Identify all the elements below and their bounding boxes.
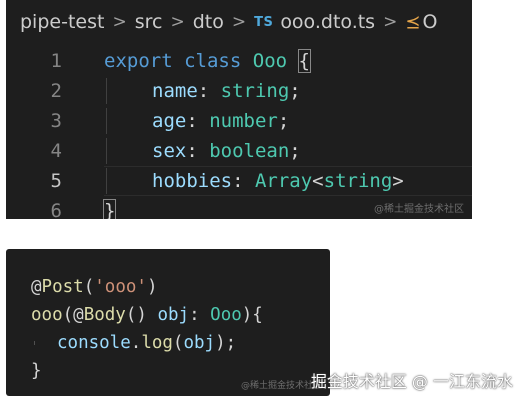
code-token: ; [289,140,301,162]
code-token: () [125,305,158,325]
code-token: > [392,170,404,192]
code-token: age [152,110,187,132]
code-token: Ooo [210,305,242,325]
editor-watermark: @稀土掘金技术社区 [374,204,464,215]
matched-brace: } [102,199,117,219]
code-token: export [104,50,173,72]
code-token: ); [215,333,237,353]
code-token: string [220,80,290,102]
code-token: sex [152,140,187,162]
indent-guide [104,138,152,164]
code-token: Array [254,170,313,192]
line-number: 2 [50,80,62,102]
code-token: Post [41,277,84,297]
snippet-line: console. log(obj); [31,329,263,357]
code-token: ( [172,333,184,353]
chevron-right-icon: > [231,12,247,32]
author-watermark: 掘金技术社区 @ 一江东流水 [310,372,513,391]
code-token: log [141,333,173,353]
code-token: boolean [209,140,290,162]
line-number: 5 [50,170,62,192]
code-line[interactable]: 2 name: string; [6,76,472,106]
code-line[interactable]: 5 hobbies: Array < string > [6,166,472,196]
chevron-right-icon: > [112,12,127,32]
snippet-line: @ Post('ooo') [31,273,263,301]
code-lines[interactable]: 1 export class Ooo {2 name: string; 3 age: n… [6,46,472,219]
code-token: ooo [31,305,63,325]
code-token: . [130,333,142,353]
code-line[interactable]: 3 age: number; [6,106,472,136]
breadcrumb-item-src[interactable]: src [135,11,163,33]
code-token: : [232,170,255,192]
indent-guide [104,168,152,194]
code-token: console [57,333,131,353]
indent-guide [104,108,152,134]
code-token: ) [146,277,158,297]
code-token: Body [83,305,126,325]
code-token: : [197,80,221,102]
line-number: 4 [50,140,62,162]
snippet-line: } [31,357,263,385]
code-token: number [209,110,278,132]
breadcrumb-item-dto[interactable]: dto [193,11,224,33]
line-number: 1 [50,50,62,72]
code-token: obj [183,333,216,353]
snippet-lines: @ Post('ooo') ooo(@ Body() obj: Ooo){consol… [31,273,263,385]
line-code: export class Ooo { [104,49,312,73]
line-code: sex: boolean; [104,138,301,164]
code-line[interactable]: 1 export class Ooo { [6,46,472,76]
code-line[interactable]: 4 sex: boolean; [6,136,472,166]
chevron-right-icon: > [170,12,185,32]
indent-guide [104,78,152,104]
matched-brace: { [297,49,312,73]
class-symbol-icon: ⪯ [405,11,421,33]
code-token: string [323,170,393,192]
code-token: } [31,361,42,381]
code-token: ( [62,305,74,325]
code-token: name [152,80,198,102]
line-code: age: number; [104,108,290,134]
code-snippet: @ Post('ooo') ooo(@ Body() obj: Ooo){consol… [6,249,330,396]
code-token: ; [289,80,301,102]
code-token: hobbies [152,170,233,192]
code-token: : [189,305,211,325]
breadcrumb-item-file[interactable]: ooo.dto.ts [280,11,375,33]
typescript-file-icon: TS [254,14,274,30]
code-token: ( [83,277,95,297]
code-token: obj [157,305,190,325]
code-token: < [312,170,324,192]
line-code: name: string; [104,78,301,104]
code-token: @ [73,305,84,325]
line-code: } [102,199,117,219]
line-number: 3 [50,110,62,132]
code-token: @ [31,277,42,297]
breadcrumb-item-project[interactable]: pipe-test [20,11,104,33]
code-token: ){ [241,305,263,325]
code-token: : [186,140,210,162]
code-token: class [184,50,242,72]
snippet-line: ooo(@ Body() obj: Ooo){ [31,301,263,329]
code-token: : [186,110,210,132]
breadcrumb: pipe-test > src > dto > TS ooo.dto.ts > … [6,0,472,44]
line-code: hobbies: Array < string > [104,168,404,194]
chevron-right-icon: > [383,12,398,32]
code-token: ; [277,110,290,132]
code-token: 'ooo' [94,277,147,297]
code-editor[interactable]: pipe-test > src > dto > TS ooo.dto.ts > … [6,0,472,219]
line-number: 6 [50,200,62,219]
breadcrumb-item-symbol[interactable]: O [422,11,437,33]
code-token: Ooo [252,50,288,72]
